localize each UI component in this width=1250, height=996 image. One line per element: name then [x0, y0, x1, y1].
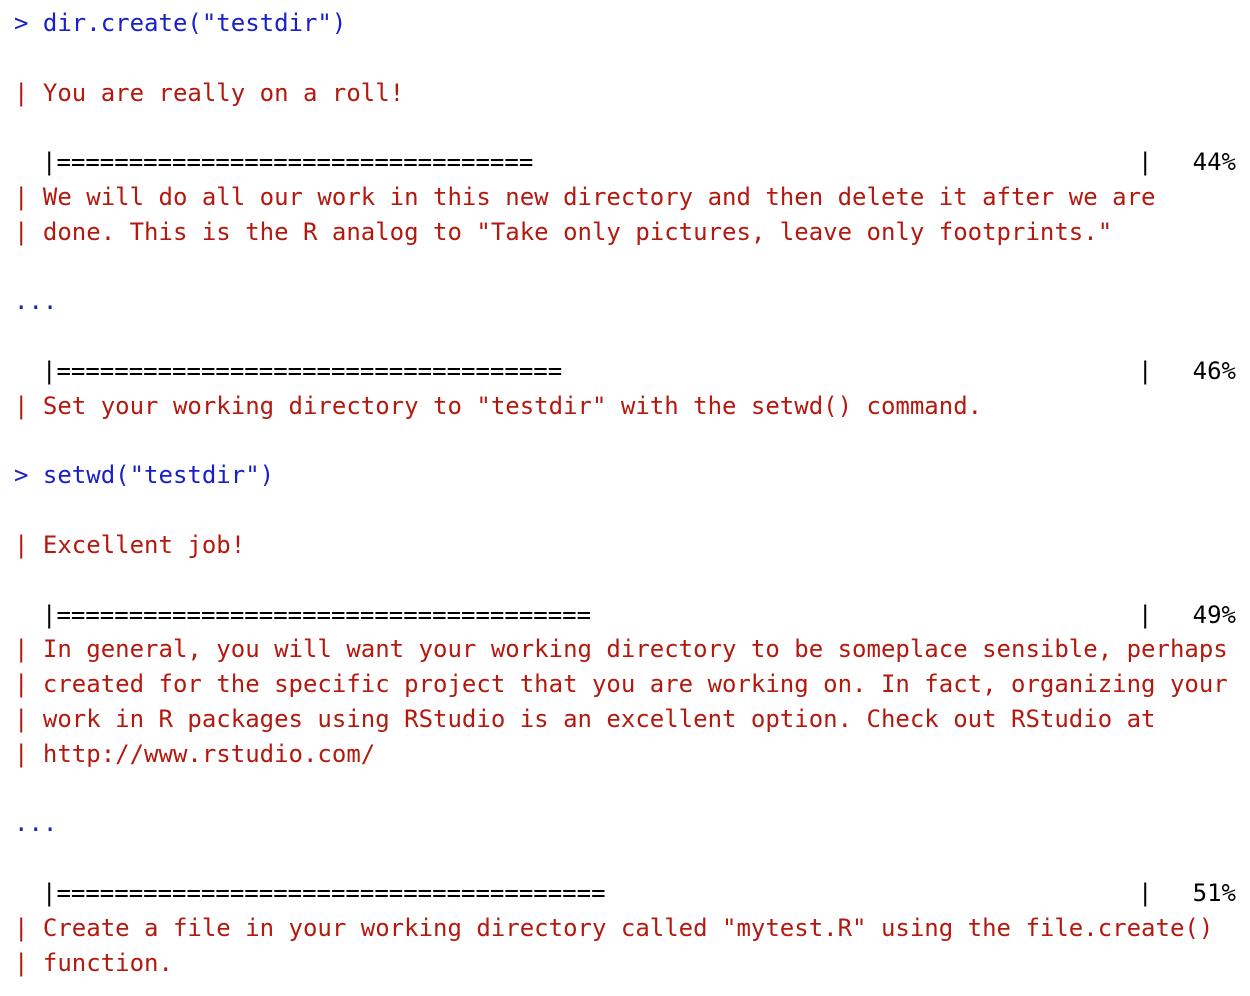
- progress-bar-end: |: [1138, 148, 1153, 177]
- progress-percent: 44%: [1192, 148, 1236, 177]
- continue-prompt: ...: [14, 287, 58, 316]
- progress-bar-fill: |===================================: [42, 356, 563, 385]
- progress-bar: |================================= | 44%: [14, 145, 1236, 180]
- progress-bar-fill: |======================================: [42, 878, 606, 907]
- progress-percent: 51%: [1192, 878, 1236, 907]
- swirl-message-line: | Excellent job!: [14, 530, 246, 559]
- progress-bar-fill: |=====================================: [42, 600, 592, 629]
- swirl-message-line: | You are really on a roll!: [14, 78, 405, 107]
- progress-bar-end: |: [1138, 356, 1153, 385]
- r-console-output[interactable]: > dir.create("testdir") | You are really …: [14, 6, 1236, 980]
- progress-bar-end: |: [1138, 600, 1153, 629]
- swirl-message-line: | We will do all our work in this new di…: [14, 182, 1156, 211]
- swirl-message-line: | http://www.rstudio.com/: [14, 739, 376, 768]
- progress-bar-end: |: [1138, 878, 1153, 907]
- command-line: > setwd("testdir"): [14, 461, 275, 490]
- swirl-message-line: | done. This is the R analog to "Take on…: [14, 217, 1113, 246]
- swirl-message-line: | Create a file in your working director…: [14, 913, 1214, 942]
- progress-bar-fill: |=================================: [42, 148, 534, 177]
- swirl-message-line: | In general, you will want your working…: [14, 635, 1228, 664]
- progress-percent: 49%: [1192, 600, 1236, 629]
- swirl-message-line: | created for the specific project that …: [14, 670, 1228, 699]
- progress-bar: |===================================== | 4…: [14, 598, 1236, 633]
- continue-prompt: ...: [14, 809, 58, 838]
- progress-bar: |====================================== |…: [14, 876, 1236, 911]
- command-line: > dir.create("testdir"): [14, 9, 347, 37]
- swirl-message-line: | Set your working directory to "testdir…: [14, 391, 983, 420]
- swirl-message-line: | function.: [14, 948, 173, 977]
- progress-bar: |=================================== | 46%: [14, 354, 1236, 389]
- swirl-message-line: | work in R packages using RStudio is an…: [14, 704, 1156, 733]
- progress-percent: 46%: [1192, 356, 1236, 385]
